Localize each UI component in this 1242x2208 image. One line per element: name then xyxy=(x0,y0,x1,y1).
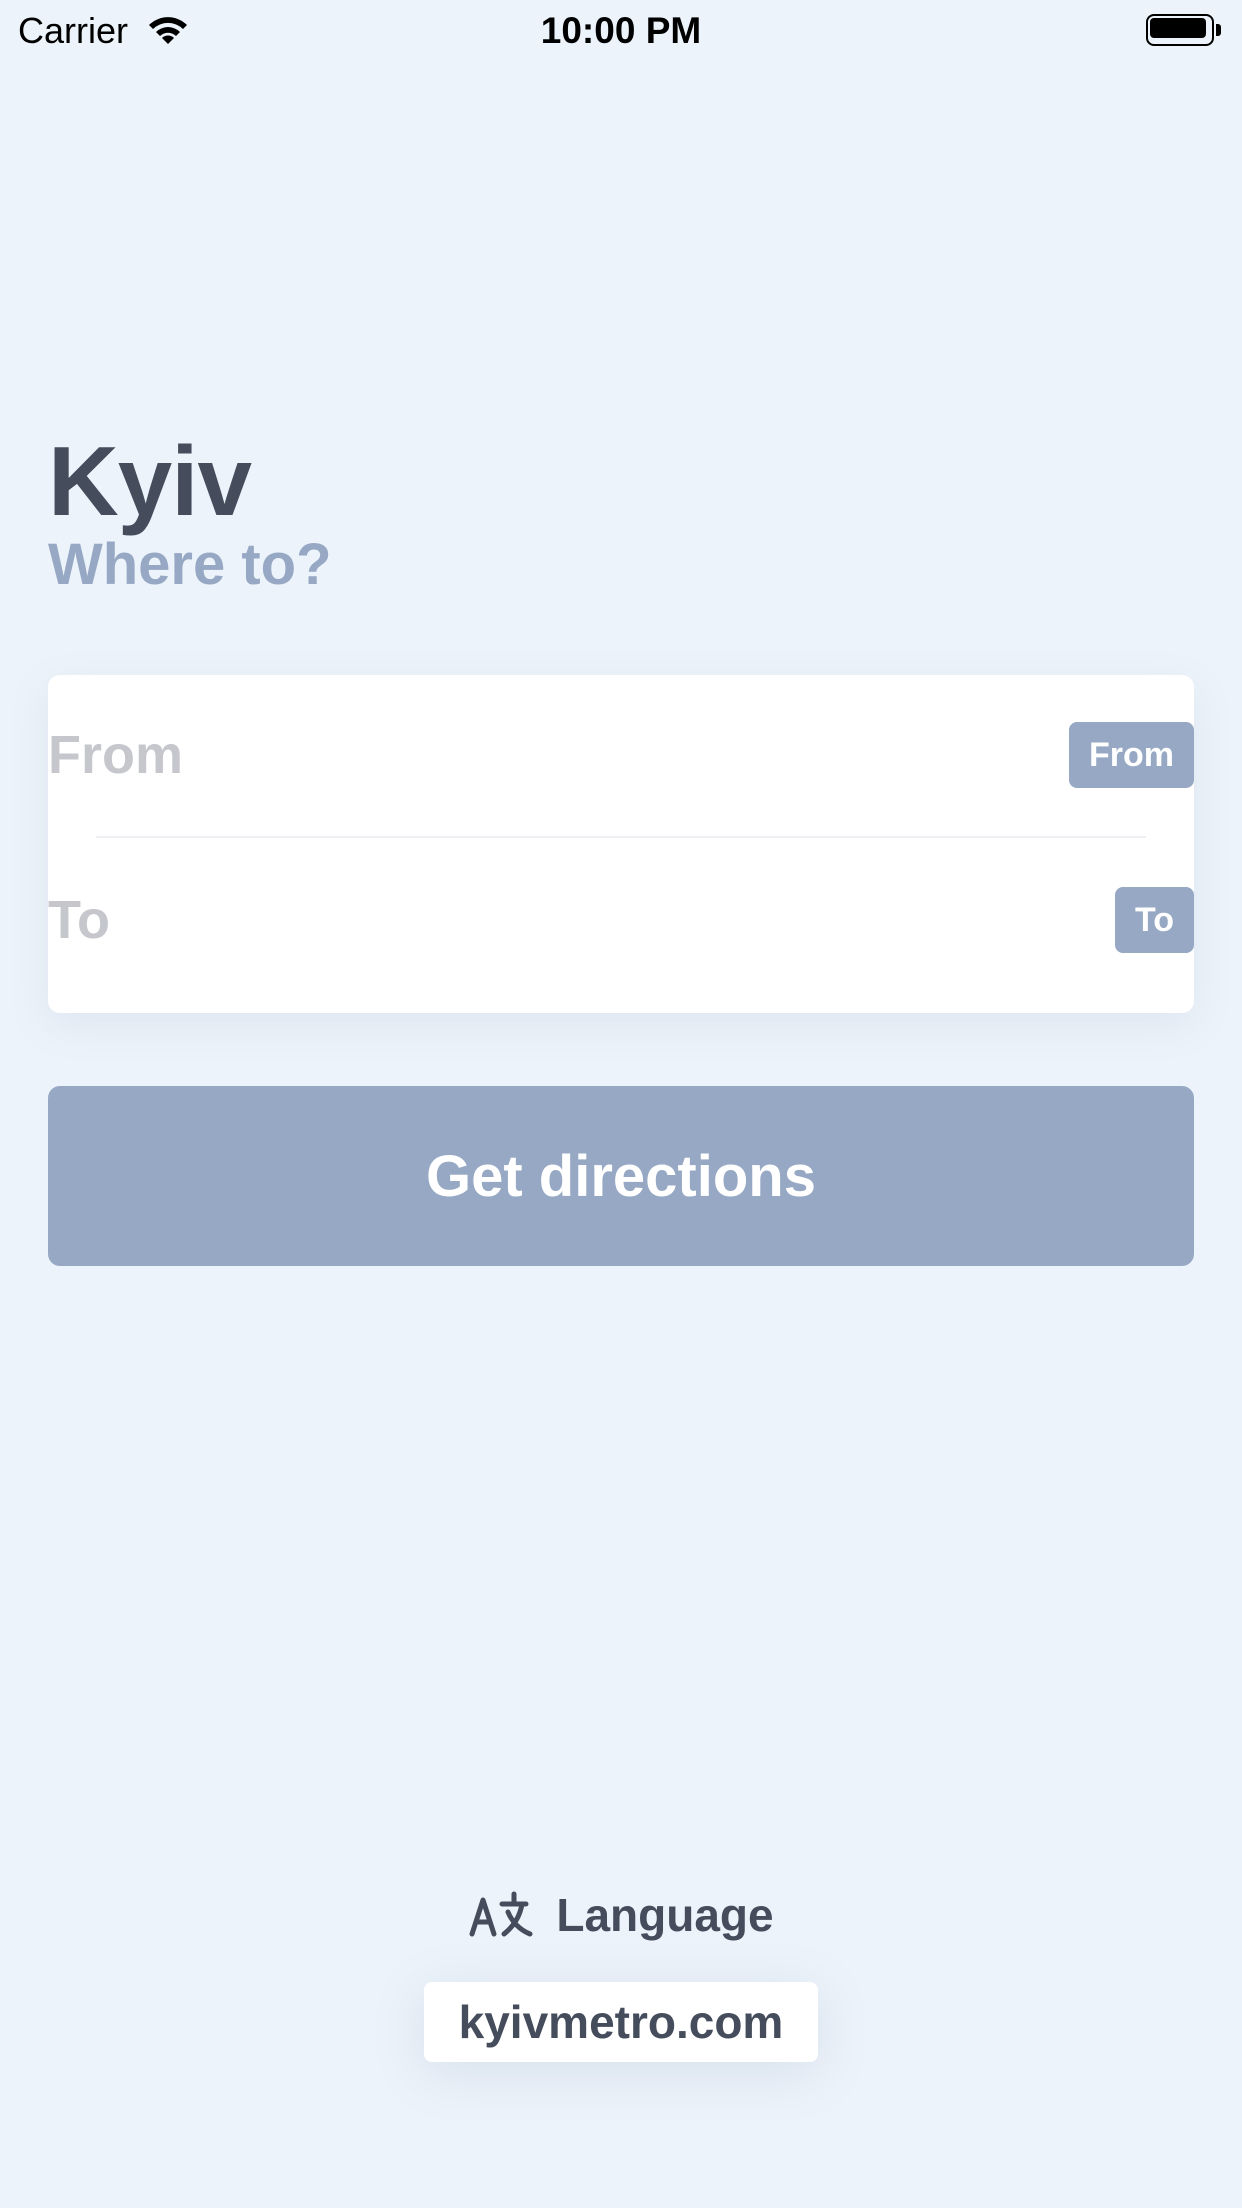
get-directions-button[interactable]: Get directions xyxy=(48,1086,1194,1266)
to-row: To xyxy=(48,860,1194,980)
battery-cap xyxy=(1216,24,1221,36)
battery-icon xyxy=(1146,14,1224,48)
status-bar: Carrier 10:00 PM xyxy=(0,0,1242,60)
to-input[interactable] xyxy=(48,889,748,951)
battery-level xyxy=(1150,18,1206,38)
website-link[interactable]: kyivmetro.com xyxy=(424,1982,818,2062)
city-title: Kyiv xyxy=(48,426,252,536)
language-label: Language xyxy=(556,1889,774,1941)
status-time: 10:00 PM xyxy=(540,10,702,51)
from-row: From xyxy=(48,695,1194,815)
translate-icon xyxy=(469,1891,533,1937)
from-input[interactable] xyxy=(48,724,748,786)
to-badge[interactable]: To xyxy=(1114,887,1194,953)
where-to-subtitle: Where to? xyxy=(48,532,332,597)
route-divider xyxy=(96,836,1146,838)
from-badge[interactable]: From xyxy=(1069,722,1194,788)
language-button[interactable]: Language xyxy=(0,1888,1242,1942)
